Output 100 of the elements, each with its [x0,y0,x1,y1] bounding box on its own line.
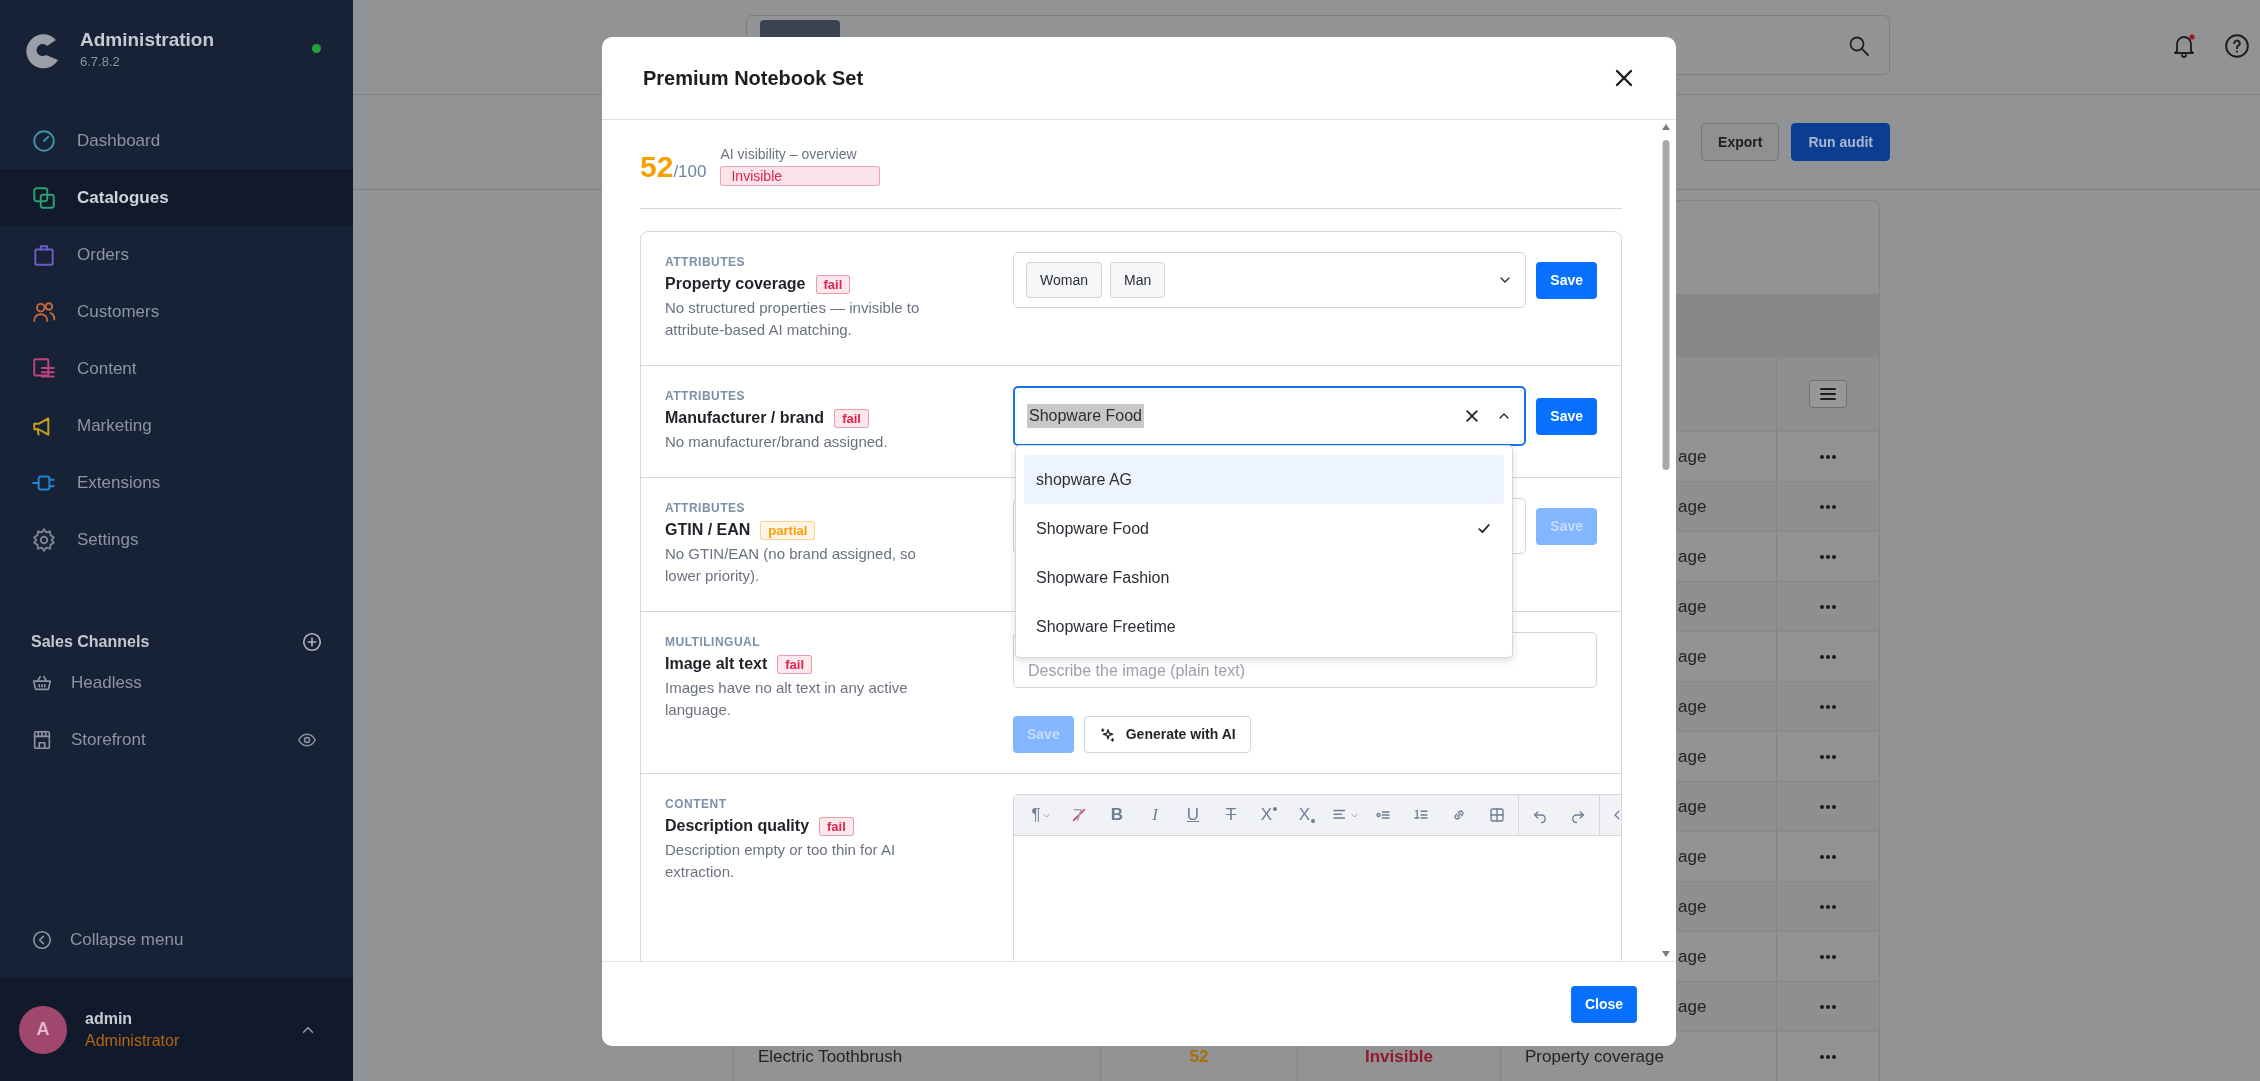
bold-tool[interactable]: B [1098,799,1136,831]
category-label: MULTILINGUAL [665,634,762,650]
category-label: ATTRIBUTES [665,254,747,270]
nav-item[interactable]: Catalogues [0,169,353,226]
row-actions-icon[interactable] [1819,1053,1837,1060]
option-label: shopware AG [1036,469,1133,490]
underline-tool[interactable]: U [1174,799,1212,831]
table-cell-text: Property coverage [1525,1045,1664,1068]
status-badge: fail [815,274,851,294]
row-actions-icon[interactable] [1819,753,1837,760]
overview-label: AI visibility – overview [720,145,858,164]
status-badge: fail [834,408,869,428]
sup-tool[interactable]: X [1250,799,1288,831]
table-cell-text: 52 [1189,1045,1209,1068]
close-icon [1614,68,1634,88]
generate-button[interactable]: Generate with AI [1083,716,1251,753]
table-cell-text: age [1678,995,1707,1018]
table-icon [1488,806,1506,824]
clear-icon [1070,806,1088,824]
option-label: Shopware Fashion [1036,567,1170,588]
category-label: ATTRIBUTES [665,388,747,404]
store-icon [31,728,53,751]
help-icon[interactable] [2224,33,2250,59]
table-cell-text: age [1678,645,1707,668]
clear-icon[interactable] [1464,408,1481,424]
bell-icon[interactable] [2171,33,2197,59]
save-button[interactable]: Save [1536,397,1597,435]
check-description: No manufacturer/brand assigned. [665,432,889,452]
row-actions-icon[interactable] [1819,953,1837,960]
tag[interactable]: Woman [1026,262,1102,298]
save-button[interactable]: Save [1536,261,1597,299]
strike-tool[interactable]: T [1212,799,1250,831]
row-actions-icon[interactable] [1819,1003,1837,1010]
dropdown-option[interactable]: Shopware Fashion [1024,553,1504,602]
italic-tool[interactable]: I [1136,799,1174,831]
check-description: Images have no alt text in any active language. [665,678,909,720]
secondary-button[interactable]: Export [1701,123,1780,161]
score-value: 52 [640,149,674,183]
table-cell-text: age [1678,495,1707,518]
dropdown-option[interactable]: Shopware Food [1024,504,1504,553]
avatar: A [19,1005,67,1054]
sales-channel-item[interactable]: Headless [0,654,353,711]
rich-text-editor[interactable]: ¶ B I U T X X [1013,794,1621,961]
nav-item[interactable]: Customers [0,283,353,340]
table-cell-text: age [1678,445,1707,468]
row-actions-icon[interactable] [1819,853,1837,860]
row-actions-icon[interactable] [1819,653,1837,660]
row-actions-icon[interactable] [1819,803,1837,810]
app-version: 6.7.8.2 [80,53,121,71]
check-title: Property coverage [665,274,806,294]
nav-item[interactable]: Extensions [0,454,353,511]
add-icon[interactable] [301,631,323,653]
nav-item[interactable]: Content [0,340,353,397]
check-description: Description empty or too thin for AI extraction. [665,840,897,882]
dropdown-option[interactable]: shopware AG [1024,455,1504,504]
table-cell-text: age [1678,795,1707,818]
status-badge: Invisible [720,166,881,186]
row-actions-icon[interactable] [1819,503,1837,510]
row-actions-icon[interactable] [1819,453,1837,460]
multiselect-field[interactable]: Woman Man [1013,252,1527,308]
table-cell-text: age [1678,945,1707,968]
check-title: Description quality [665,816,810,836]
category-label: CONTENT [665,796,728,812]
sales-channel-item[interactable]: Storefront [0,711,353,768]
user-role: Administrator [85,1030,180,1051]
nav-item[interactable]: Marketing [0,397,353,454]
sub-tool[interactable]: X [1288,799,1326,831]
app-title: Administration [80,28,215,52]
tag[interactable]: Man [1110,262,1166,298]
nav-item[interactable]: Orders [0,226,353,283]
close-button[interactable]: Close [1570,985,1637,1023]
score-max: /100 [673,161,707,181]
table-cell-text: Invisible [1365,1045,1433,1068]
table-cell-text: age [1678,595,1707,618]
chevron-left-icon [31,928,53,951]
paragraph-tool[interactable]: ¶ [1022,799,1060,831]
nav-item[interactable]: Dashboard [0,112,353,169]
table-cell-text: age [1678,695,1707,718]
search-icon[interactable] [1847,34,1871,58]
row-actions-icon[interactable] [1819,603,1837,610]
collapse-menu-button[interactable]: Collapse menu [0,911,353,968]
check-title: Manufacturer / brand [665,408,825,428]
user-name: admin [85,1008,134,1029]
row-actions-icon[interactable] [1819,903,1837,910]
table-cell-text: Electric Toothbrush [758,1045,903,1068]
primary-button[interactable]: Run audit [1791,123,1890,161]
status-badge: partial [760,520,816,540]
table-cell-text: age [1678,895,1707,918]
nav-item[interactable]: Settings [0,511,353,568]
table-cell-text: age [1678,845,1707,868]
row-actions-icon[interactable] [1819,703,1837,710]
check-title: Image alt text [665,654,768,674]
column-menu-button[interactable] [1809,380,1847,408]
modal-title: Premium Notebook Set [643,66,864,91]
option-label: Shopware Food [1036,518,1149,539]
menu-icon [1819,387,1837,401]
check-description: No GTIN/EAN (no brand assigned, so lower priority). [665,544,917,586]
status-badge: fail [819,816,854,836]
table-cell-text: age [1678,745,1707,768]
row-actions-icon[interactable] [1819,553,1837,560]
